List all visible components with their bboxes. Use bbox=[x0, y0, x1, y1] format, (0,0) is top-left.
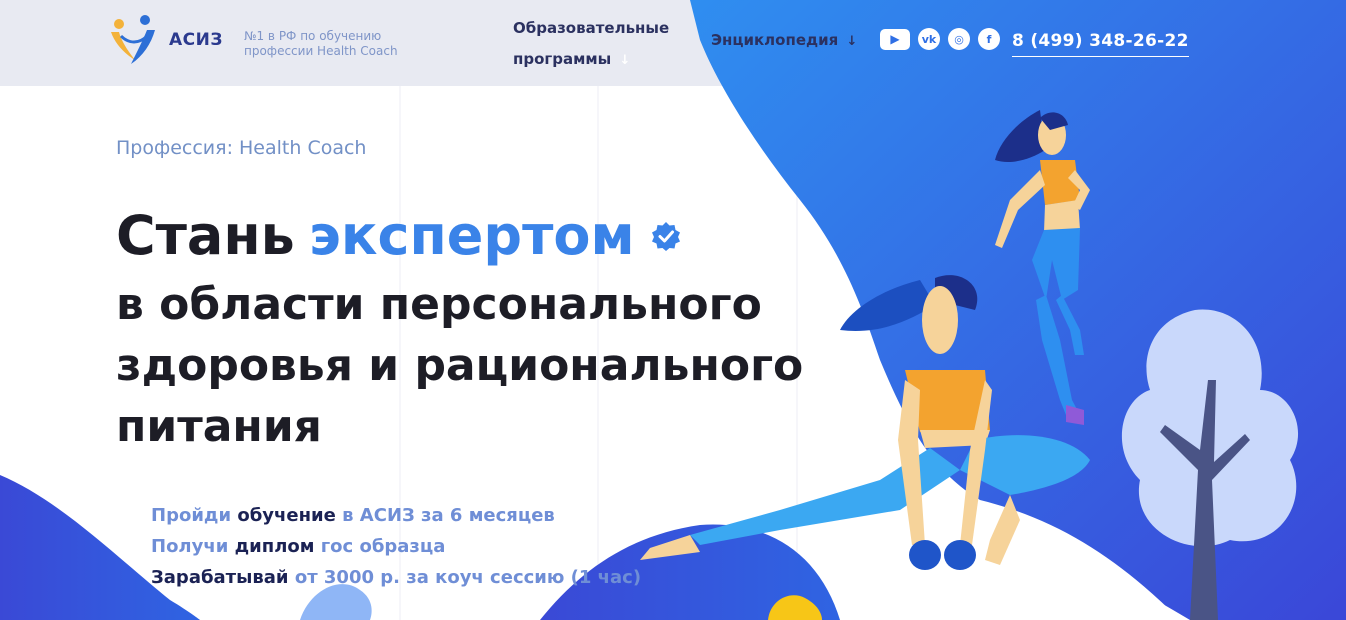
benefit-item: Зарабатывай от 3000 р. за коуч сессию (1… bbox=[151, 562, 641, 593]
benefit-text: гос образца bbox=[320, 536, 446, 557]
social-links: ▶ vk ◎ f bbox=[880, 28, 1000, 50]
benefit-item: Пройди обучение в АСИЗ за 6 месяцев bbox=[151, 500, 641, 531]
vk-icon[interactable]: vk bbox=[918, 28, 940, 50]
site-header: АСИЗ №1 в РФ по обучению профессии Healt… bbox=[0, 0, 1346, 86]
nav-encyclopedia[interactable]: Энциклопедия ↓ bbox=[711, 31, 857, 49]
title-line-2: в области персонального bbox=[116, 279, 762, 330]
benefit-text: в АСИЗ за 6 месяцев bbox=[342, 505, 555, 526]
title-line-3: здоровья и рационального bbox=[116, 340, 804, 391]
benefit-text: от 3000 р. за коуч сессию (1 час) bbox=[294, 567, 642, 588]
benefit-item: Получи диплом гос образца bbox=[151, 531, 641, 562]
hero-title: Стань экспертом в области персонального … bbox=[116, 198, 936, 457]
benefit-text: Пройди bbox=[151, 505, 232, 526]
benefit-highlight: диплом bbox=[234, 536, 315, 557]
phone-link[interactable]: 8 (499) 348-26-22 bbox=[1012, 31, 1189, 57]
instagram-icon[interactable]: ◎ bbox=[948, 28, 970, 50]
nav-programs-label: Образовательные программы bbox=[513, 19, 670, 68]
tagline: №1 в РФ по обучению профессии Health Coa… bbox=[244, 29, 398, 58]
nav-encyclopedia-label: Энциклопедия bbox=[711, 31, 839, 49]
title-line-4: питания bbox=[116, 401, 322, 452]
benefit-highlight: обучение bbox=[237, 505, 336, 526]
arrow-down-icon: ↓ bbox=[619, 53, 631, 68]
benefits-list: Пройди обучение в АСИЗ за 6 месяцев Полу… bbox=[151, 500, 641, 593]
youtube-icon[interactable]: ▶ bbox=[880, 28, 910, 50]
benefit-text: Получи bbox=[151, 536, 229, 557]
logo[interactable]: АСИЗ bbox=[107, 14, 223, 66]
profession-label: Профессия: Health Coach bbox=[116, 137, 367, 159]
title-word: Стань bbox=[116, 204, 295, 267]
arrow-down-icon: ↓ bbox=[846, 34, 858, 49]
logo-text: АСИЗ bbox=[169, 30, 223, 50]
facebook-icon[interactable]: f bbox=[978, 28, 1000, 50]
title-accent: экспертом bbox=[308, 204, 635, 267]
benefit-highlight: Зарабатывай bbox=[151, 567, 289, 588]
nav-programs[interactable]: Образовательные программы ↓ bbox=[513, 13, 693, 76]
verified-badge-icon bbox=[651, 222, 680, 251]
logo-icon bbox=[111, 15, 155, 64]
